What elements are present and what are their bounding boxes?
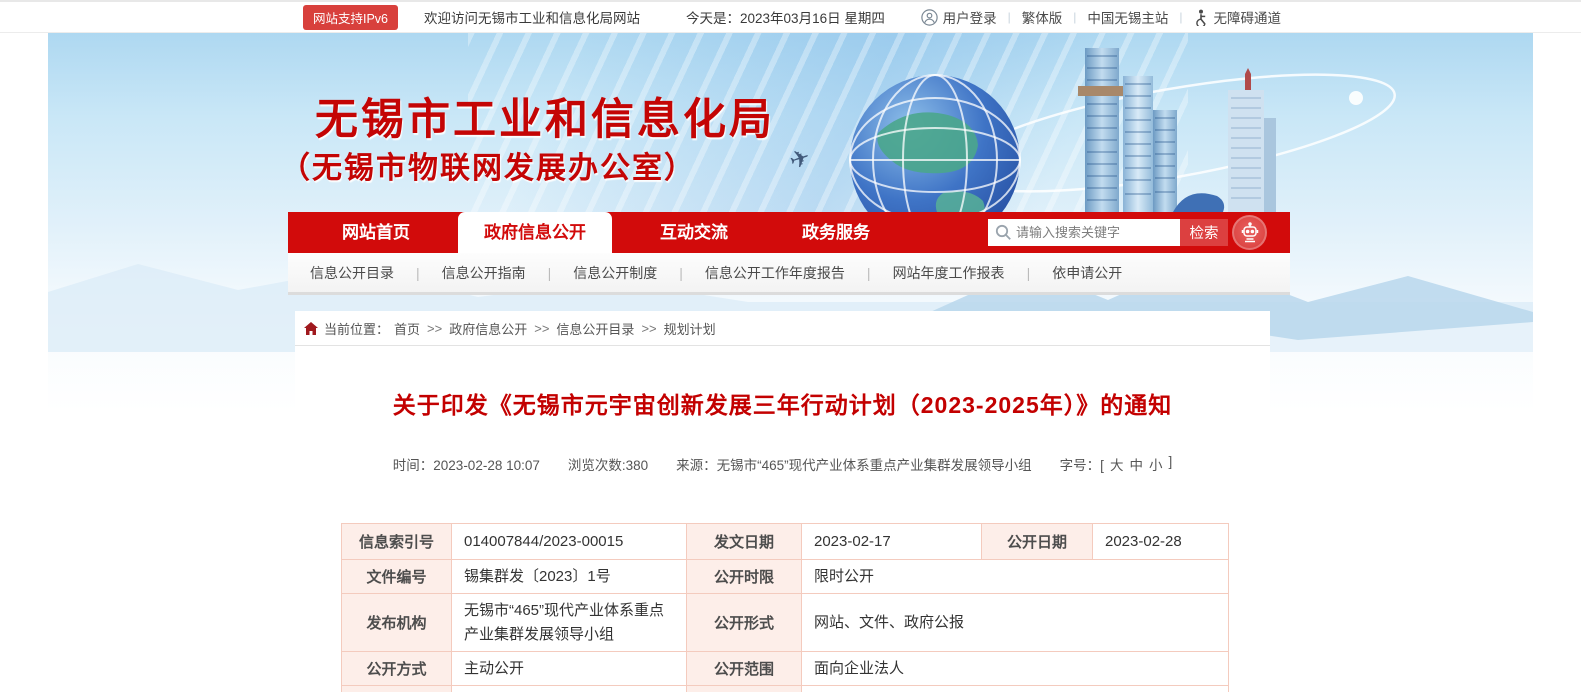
china-wuxi-main-site-label: 中国无锡主站 (1087, 7, 1168, 27)
table-row: 发布机构无锡市“465”现代产业体系重点产业集群发展领导小组公开形式网站、文件、… (342, 594, 1229, 652)
traditional-version-label: 繁体版 (1022, 7, 1063, 27)
subnav-item-directory[interactable]: 信息公开目录 (310, 263, 394, 283)
font-size-prefix: 字号：[ (1060, 454, 1104, 474)
topbar-separator: | (1008, 10, 1011, 24)
main-nav: 网站首页 政府信息公开 互动交流 政务服务 检索 (288, 212, 1290, 253)
table-row: 文件编号锡集群发〔2023〕1号公开时限限时公开 (342, 560, 1229, 594)
airplane-icon: ✈ (786, 143, 814, 177)
subnav-item-guide[interactable]: 信息公开指南 (442, 263, 526, 283)
article-title: 关于印发《无锡市元宇宙创新发展三年行动计划（2023-2025年）》的通知 (295, 386, 1270, 420)
search-button[interactable]: 检索 (1180, 219, 1228, 246)
info-table-value: 长期 (452, 686, 687, 692)
robot-icon (1239, 222, 1261, 244)
search-box (988, 219, 1180, 246)
page: 网站支持IPv6 欢迎访问无锡市工业和信息化局网站 今天是：2023年03月16… (0, 0, 1581, 692)
nav-item-gov-info[interactable]: 政府信息公开 (458, 212, 612, 253)
subnav-separator: | (1027, 265, 1031, 281)
user-login-link[interactable]: 用户登录 (921, 7, 997, 27)
topbar-links: 用户登录 | 繁体版 | 中国无锡主站 | 无障碍通道 (921, 7, 1281, 27)
accessibility-channel-link[interactable]: 无障碍通道 (1194, 7, 1282, 27)
info-table-label: 公开日期 (982, 524, 1093, 560)
table-row: 有效期长期公开程序部门编制，经办公室审核后公开 (342, 686, 1229, 692)
subnav-separator: | (548, 265, 552, 281)
main-content: 当前位置： 首页 >> 政府信息公开 >> 信息公开目录 >> 规划计划 关于印… (295, 311, 1270, 692)
info-table-label: 公开形式 (687, 594, 802, 652)
breadcrumb-separator: >> (427, 321, 442, 336)
info-table-label: 信息索引号 (342, 524, 452, 560)
china-wuxi-main-site-link[interactable]: 中国无锡主站 (1087, 7, 1168, 27)
top-utility-bar: 网站支持IPv6 欢迎访问无锡市工业和信息化局网站 今天是：2023年03月16… (0, 0, 1581, 33)
sub-nav: 信息公开目录 | 信息公开指南 | 信息公开制度 | 信息公开工作年度报告 | … (288, 253, 1290, 295)
welcome-text: 欢迎访问无锡市工业和信息化局网站 (424, 7, 640, 27)
info-table-value: 锡集群发〔2023〕1号 (452, 560, 687, 594)
date-text: 今天是：2023年03月16日 星期四 (686, 7, 885, 27)
subnav-item-system[interactable]: 信息公开制度 (573, 263, 657, 283)
meta-views: 浏览次数:380 (568, 454, 648, 474)
meta-time: 时间：2023-02-28 10:07 (393, 454, 540, 474)
info-table-label: 公开方式 (342, 651, 452, 685)
breadcrumb-item-directory[interactable]: 信息公开目录 (556, 319, 634, 338)
home-icon (304, 322, 318, 335)
ipv6-badge[interactable]: 网站支持IPv6 (303, 5, 398, 30)
nav-item-home[interactable]: 网站首页 (316, 212, 436, 253)
breadcrumb-item-plans[interactable]: 规划计划 (664, 319, 716, 338)
chat-robot-button[interactable] (1232, 215, 1267, 250)
info-table-value: 2023-02-17 (802, 524, 982, 560)
nav-item-interaction[interactable]: 互动交流 (634, 212, 754, 253)
site-subtitle: （无锡市物联网发展办公室） (280, 143, 696, 187)
breadcrumb-item-gov-info[interactable]: 政府信息公开 (449, 319, 527, 338)
site-title: 无锡市工业和信息化局 (315, 85, 775, 147)
table-row: 信息索引号014007844/2023-00015发文日期2023-02-17公… (342, 524, 1229, 560)
subnav-item-site-report[interactable]: 网站年度工作报表 (893, 263, 1005, 283)
info-table-value: 014007844/2023-00015 (452, 524, 687, 560)
breadcrumb-separator: >> (534, 321, 549, 336)
info-table-value: 主动公开 (452, 651, 687, 685)
buildings-illustration (1023, 48, 1293, 212)
info-table-label: 公开范围 (687, 651, 802, 685)
user-login-label: 用户登录 (943, 7, 997, 27)
search-input[interactable] (1016, 219, 1176, 246)
user-icon (921, 9, 938, 26)
breadcrumb-prefix: 当前位置： (324, 319, 389, 338)
breadcrumb-item-home[interactable]: 首页 (394, 319, 420, 338)
subnav-separator: | (867, 265, 871, 281)
nav-items: 网站首页 政府信息公开 互动交流 政务服务 (316, 212, 918, 253)
nav-item-services[interactable]: 政务服务 (776, 212, 896, 253)
info-table-label: 公开时限 (687, 560, 802, 594)
font-size-suffix: ] (1168, 454, 1172, 474)
font-size-control: 字号：[ 大 中 小 ] (1060, 454, 1173, 474)
font-size-large[interactable]: 大 (1110, 454, 1124, 474)
font-size-medium[interactable]: 中 (1129, 454, 1143, 474)
font-size-small[interactable]: 小 (1149, 454, 1163, 474)
meta-source: 来源：无锡市“465”现代产业体系重点产业集群发展领导小组 (676, 454, 1032, 474)
search-icon (995, 224, 1012, 241)
info-table-label: 发文日期 (687, 524, 802, 560)
traditional-version-link[interactable]: 繁体版 (1022, 7, 1063, 27)
info-table-value: 面向企业法人 (802, 651, 1229, 685)
topbar-separator: | (1179, 10, 1182, 24)
breadcrumb: 当前位置： 首页 >> 政府信息公开 >> 信息公开目录 >> 规划计划 (295, 311, 1270, 346)
accessibility-icon (1194, 9, 1209, 26)
article-meta: 时间：2023-02-28 10:07 浏览次数:380 来源：无锡市“465”… (295, 454, 1270, 474)
site-search: 检索 (988, 219, 1228, 246)
info-table-label: 文件编号 (342, 560, 452, 594)
subnav-item-apply[interactable]: 依申请公开 (1052, 263, 1122, 283)
info-table-label: 有效期 (342, 686, 452, 692)
info-table-value: 部门编制，经办公室审核后公开 (802, 686, 1229, 692)
subnav-separator: | (416, 265, 420, 281)
info-table-label: 公开程序 (687, 686, 802, 692)
accessibility-channel-label: 无障碍通道 (1214, 7, 1282, 27)
info-table-value: 无锡市“465”现代产业体系重点产业集群发展领导小组 (452, 594, 687, 652)
subnav-item-annual-report[interactable]: 信息公开工作年度报告 (705, 263, 845, 283)
subnav-separator: | (679, 265, 683, 281)
info-table-value: 限时公开 (802, 560, 1229, 594)
table-row: 公开方式主动公开公开范围面向企业法人 (342, 651, 1229, 685)
info-table-label: 发布机构 (342, 594, 452, 652)
info-table-body: 信息索引号014007844/2023-00015发文日期2023-02-17公… (342, 524, 1229, 692)
info-table-value: 网站、文件、政府公报 (802, 594, 1229, 652)
topbar-separator: | (1073, 10, 1076, 24)
info-table-value: 2023-02-28 (1093, 524, 1229, 560)
info-table: 信息索引号014007844/2023-00015发文日期2023-02-17公… (341, 523, 1229, 692)
breadcrumb-separator: >> (641, 321, 656, 336)
